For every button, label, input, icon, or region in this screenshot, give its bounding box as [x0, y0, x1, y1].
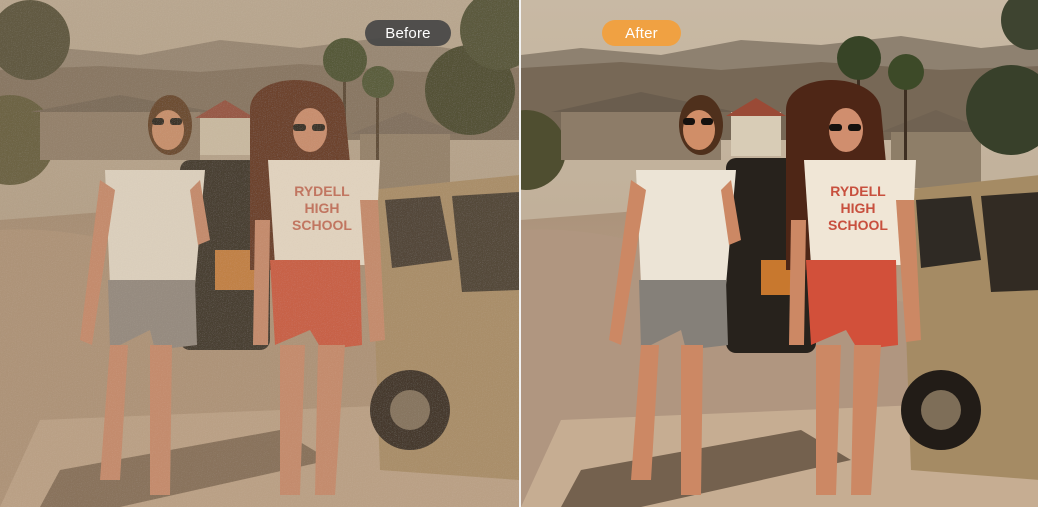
before-photo: RYDELL HIGH SCHOOL [0, 0, 519, 507]
shirt-text-line-1-after: RYDELL [830, 183, 886, 199]
before-panel: RYDELL HIGH SCHOOL [0, 0, 519, 507]
after-photo: RYDELL HIGH SCHOOL [521, 0, 1038, 507]
shirt-text-line-3-after: SCHOOL [828, 217, 888, 233]
before-label-badge: Before [365, 20, 451, 46]
after-panel: RYDELL HIGH SCHOOL [521, 0, 1038, 507]
after-label-badge: After [602, 20, 681, 46]
shirt-text-line-2-after: HIGH [841, 200, 876, 216]
before-label: Before [385, 24, 431, 42]
after-label: After [625, 24, 658, 42]
before-after-comparison: RYDELL HIGH SCHOOL RYDELL HIGH SCHOOL Be… [0, 0, 1038, 507]
